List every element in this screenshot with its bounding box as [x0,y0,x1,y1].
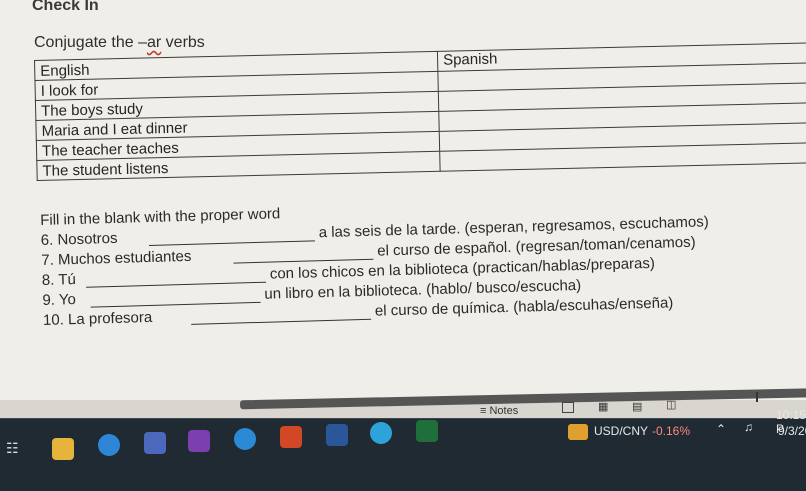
teams-icon[interactable] [144,432,166,454]
notes-button[interactable]: ≡ Notes [480,405,518,417]
answer-blank [90,285,261,308]
answer-blank [85,265,267,288]
ticker-label: USD/CNY [594,424,649,438]
sound-icon[interactable]: ♫ [744,420,753,434]
taskbar: USD/CNY -0.16% ⌃ ♫ 10:15 P 9/3/20 ☷ [0,408,806,491]
zoom-slider-handle[interactable] [756,392,758,402]
notes-icon: ≡ [480,405,487,417]
answer-blank [190,302,372,325]
app-icon[interactable] [416,420,438,442]
spellcheck-word: ar [146,34,162,51]
stock-icon [568,424,588,440]
reading-view-icon[interactable]: ▤ [632,400,642,413]
answer-blank [148,224,315,246]
slide: Check In Conjugate the –ar verbs English… [0,0,806,400]
page-title: Check In [32,0,99,14]
clock-date[interactable]: 9/3/20 [778,424,806,438]
subtitle: Conjugate the –ar verbs [34,34,205,51]
fill-in-section: Fill in the blank with the proper word 6… [40,190,806,332]
answer-blank [233,242,374,264]
outlook-icon[interactable] [234,428,256,450]
slideshow-icon[interactable]: ◫ [666,398,676,411]
word-icon[interactable] [326,424,348,446]
powerpoint-icon[interactable] [280,426,302,448]
file-explorer-icon[interactable] [52,438,74,460]
normal-view-icon[interactable] [562,402,574,413]
slide-sorter-icon[interactable]: ▦ [598,400,608,413]
zoom-app-icon[interactable] [370,422,392,444]
onenote-icon[interactable] [188,430,210,452]
zoom-slider[interactable] [700,396,790,397]
taskbar-divider [0,418,806,419]
edge-icon[interactable] [98,434,120,456]
chevron-up-icon[interactable]: ⌃ [716,422,726,436]
ticker-change: -0.16% [652,424,691,438]
verb-table: English Spanish I look for The boys stud… [34,42,806,181]
taskview-icon[interactable]: ☷ [6,440,28,462]
